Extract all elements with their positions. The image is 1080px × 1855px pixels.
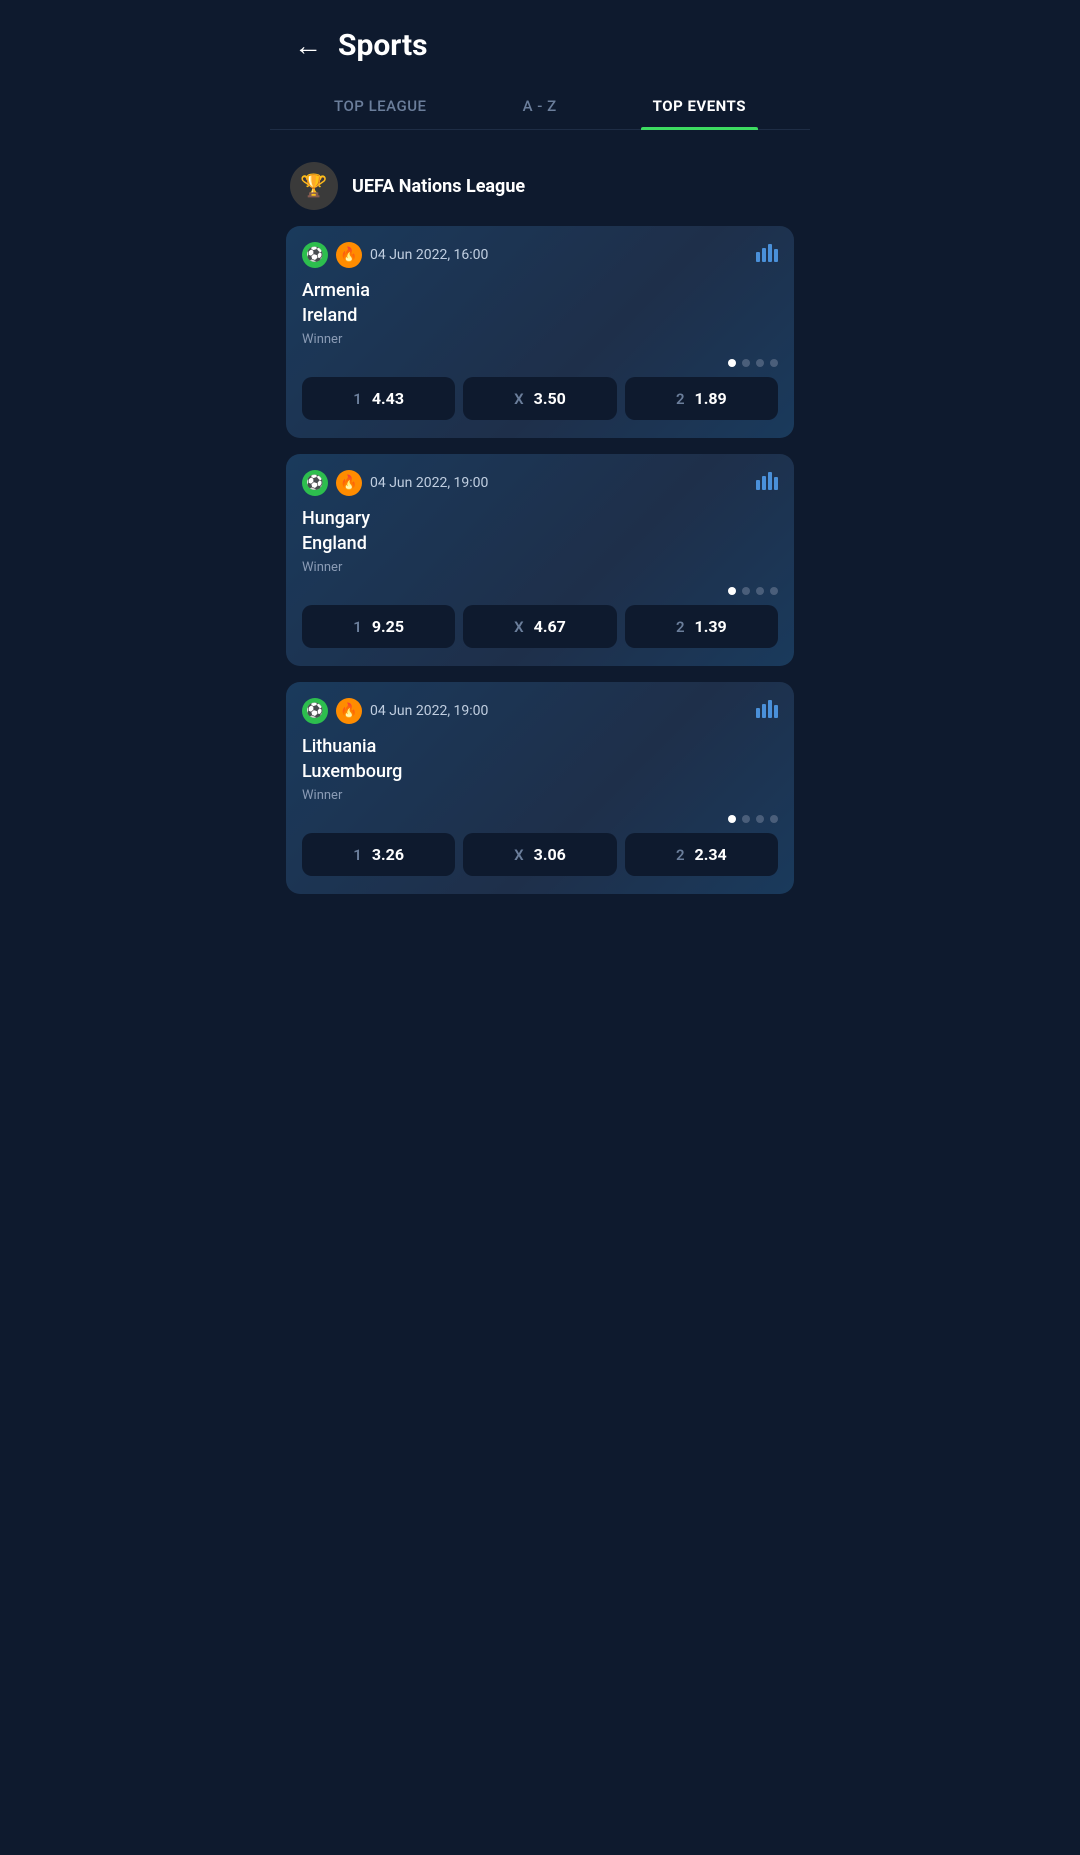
event-card-1: ⚽ 🔥 04 Jun 2022, 16:00 Armenia Ireland W…: [286, 226, 794, 438]
odds-btn-1[interactable]: 1 4.43: [302, 377, 455, 420]
odds-label-1: 1: [353, 618, 362, 636]
odds-value-3: 1.89: [695, 389, 727, 408]
event-meta: ⚽ 🔥 04 Jun 2022, 16:00: [302, 242, 778, 268]
odds-btn-2[interactable]: X 3.50: [463, 377, 616, 420]
dot-2: [742, 359, 750, 367]
event-meta-left: ⚽ 🔥 04 Jun 2022, 19:00: [302, 470, 488, 496]
tab-top-league[interactable]: TOP LEAGUE: [322, 83, 439, 129]
event-meta: ⚽ 🔥 04 Jun 2022, 19:00: [302, 470, 778, 496]
league-icon: 🏆: [290, 162, 338, 210]
event-card-2: ⚽ 🔥 04 Jun 2022, 19:00 Hungary England W…: [286, 454, 794, 666]
odds-label-1: 1: [353, 390, 362, 408]
league-name: UEFA Nations League: [352, 176, 525, 197]
dot-3: [756, 815, 764, 823]
odds-btn-3[interactable]: 2 2.34: [625, 833, 778, 876]
fire-icon: 🔥: [336, 470, 362, 496]
tab-a-z[interactable]: A - Z: [511, 83, 569, 129]
back-button[interactable]: ←: [294, 32, 322, 60]
odds-value-2: 4.67: [534, 617, 566, 636]
event-meta-left: ⚽ 🔥 04 Jun 2022, 16:00: [302, 242, 488, 268]
dot-4: [770, 815, 778, 823]
odds-value-2: 3.06: [534, 845, 566, 864]
odds-value-1: 9.25: [372, 617, 404, 636]
fire-icon: 🔥: [336, 242, 362, 268]
dot-1: [728, 359, 736, 367]
odds-value-1: 3.26: [372, 845, 404, 864]
odds-label-1: 1: [353, 846, 362, 864]
odds-btn-1[interactable]: 1 3.26: [302, 833, 455, 876]
events-list: ⚽ 🔥 04 Jun 2022, 16:00 Armenia Ireland W…: [270, 226, 810, 894]
odds-value-2: 3.50: [534, 389, 566, 408]
soccer-icon: ⚽: [302, 698, 328, 724]
odds-label-2: X: [514, 618, 524, 636]
event-time: 04 Jun 2022, 16:00: [370, 247, 488, 263]
bet-type: Winner: [302, 332, 778, 347]
dot-3: [756, 359, 764, 367]
team2-name: Ireland: [302, 305, 778, 326]
tab-top-events[interactable]: TOP EVENTS: [641, 83, 758, 129]
team1-name: Hungary: [302, 508, 778, 529]
odds-value-1: 4.43: [372, 389, 404, 408]
header: ← Sports: [270, 0, 810, 83]
odds-row: 1 9.25 X 4.67 2 1.39: [302, 605, 778, 648]
odds-btn-2[interactable]: X 3.06: [463, 833, 616, 876]
soccer-icon: ⚽: [302, 242, 328, 268]
page-title: Sports: [338, 28, 428, 63]
pagination-dots: [302, 359, 778, 367]
event-card-3: ⚽ 🔥 04 Jun 2022, 19:00 Lithuania Luxembo…: [286, 682, 794, 894]
team2-name: Luxembourg: [302, 761, 778, 782]
event-meta: ⚽ 🔥 04 Jun 2022, 19:00: [302, 698, 778, 724]
bet-type: Winner: [302, 560, 778, 575]
event-time: 04 Jun 2022, 19:00: [370, 703, 488, 719]
event-time: 04 Jun 2022, 19:00: [370, 475, 488, 491]
odds-label-2: X: [514, 390, 524, 408]
pagination-dots: [302, 587, 778, 595]
odds-value-3: 2.34: [695, 845, 727, 864]
soccer-icon: ⚽: [302, 470, 328, 496]
odds-label-3: 2: [676, 846, 685, 864]
stats-icon[interactable]: [756, 244, 778, 267]
dot-1: [728, 815, 736, 823]
odds-btn-1[interactable]: 1 9.25: [302, 605, 455, 648]
dot-2: [742, 815, 750, 823]
event-meta-left: ⚽ 🔥 04 Jun 2022, 19:00: [302, 698, 488, 724]
odds-row: 1 3.26 X 3.06 2 2.34: [302, 833, 778, 876]
dot-3: [756, 587, 764, 595]
dot-1: [728, 587, 736, 595]
tab-bar: TOP LEAGUE A - Z TOP EVENTS: [270, 83, 810, 130]
stats-icon[interactable]: [756, 700, 778, 723]
odds-value-3: 1.39: [695, 617, 727, 636]
dot-4: [770, 587, 778, 595]
odds-row: 1 4.43 X 3.50 2 1.89: [302, 377, 778, 420]
team1-name: Lithuania: [302, 736, 778, 757]
league-header: 🏆 UEFA Nations League: [270, 154, 810, 226]
fire-icon: 🔥: [336, 698, 362, 724]
team2-name: England: [302, 533, 778, 554]
odds-btn-3[interactable]: 2 1.39: [625, 605, 778, 648]
bet-type: Winner: [302, 788, 778, 803]
odds-label-3: 2: [676, 390, 685, 408]
team1-name: Armenia: [302, 280, 778, 301]
odds-label-2: X: [514, 846, 524, 864]
dot-2: [742, 587, 750, 595]
pagination-dots: [302, 815, 778, 823]
dot-4: [770, 359, 778, 367]
stats-icon[interactable]: [756, 472, 778, 495]
odds-label-3: 2: [676, 618, 685, 636]
odds-btn-3[interactable]: 2 1.89: [625, 377, 778, 420]
odds-btn-2[interactable]: X 4.67: [463, 605, 616, 648]
